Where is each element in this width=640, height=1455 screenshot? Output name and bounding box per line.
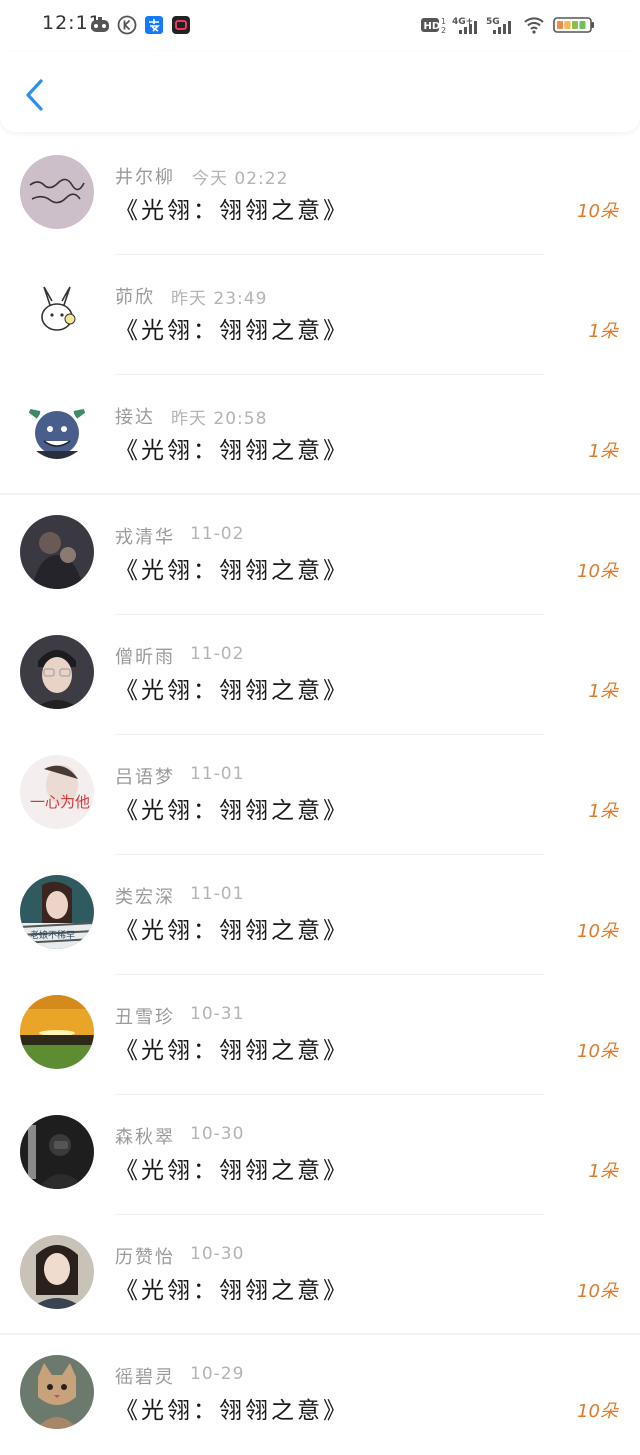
send-time: 11-02 — [190, 644, 245, 664]
send-time: 10-30 — [190, 1244, 245, 1264]
list-item[interactable]: 历赞怡 10-30 《光翎：翎翎之意》 10朵 — [0, 1215, 640, 1335]
svg-text:1: 1 — [441, 17, 446, 26]
sender-name: 接达 — [115, 407, 155, 428]
send-time: 10-29 — [190, 1364, 245, 1384]
list-item[interactable]: 森秋翠 10-30 《光翎：翎翎之意》 1朵 — [0, 1095, 640, 1215]
back-button[interactable] — [24, 78, 46, 112]
sender-name: 僧昕雨 — [115, 647, 175, 668]
gift-amount: 1朵 — [588, 681, 618, 702]
send-time: 昨天 23:49 — [171, 289, 268, 309]
avatar — [20, 635, 94, 709]
sender-name: 徭碧灵 — [115, 1367, 175, 1388]
work-title: 《光翎：翎翎之意》 — [115, 198, 349, 224]
send-time: 10-30 — [190, 1124, 245, 1144]
chevron-left-icon — [26, 79, 43, 111]
work-title: 《光翎：翎翎之意》 — [115, 1278, 349, 1304]
svg-text:老娘不稀罕: 老娘不稀罕 — [30, 929, 75, 941]
list-item[interactable]: 井尔柳 今天 02:22 《光翎：翎翎之意》 10朵 — [0, 135, 640, 255]
gift-amount: 1朵 — [588, 441, 618, 462]
wifi-icon — [522, 14, 546, 36]
sender-name: 类宏深 — [115, 887, 175, 908]
status-bar: 12:11 HD 1 2 4G+ 5G — [0, 0, 640, 52]
gift-amount: 10朵 — [577, 1041, 618, 1062]
gift-amount: 1朵 — [588, 801, 618, 822]
list-item[interactable]: 徭碧灵 10-29 《光翎：翎翎之意》 10朵 — [0, 1335, 640, 1455]
sender-name: 井尔柳 — [115, 167, 175, 188]
work-title: 《光翎：翎翎之意》 — [115, 678, 349, 704]
list-item[interactable]: 丑雪珍 10-31 《光翎：翎翎之意》 10朵 — [0, 975, 640, 1095]
alipay-icon — [143, 14, 165, 36]
list-item[interactable]: 老娘不稀罕 类宏深 11-01 《光翎：翎翎之意》 10朵 — [0, 855, 640, 975]
gift-amount: 10朵 — [577, 561, 618, 582]
list-item[interactable]: 一心为他 吕语梦 11-01 《光翎：翎翎之意》 1朵 — [0, 735, 640, 855]
gift-amount: 10朵 — [577, 921, 618, 942]
send-time: 11-01 — [190, 884, 245, 904]
work-title: 《光翎：翎翎之意》 — [115, 318, 349, 344]
work-title: 《光翎：翎翎之意》 — [115, 798, 349, 824]
hd-icon: HD 1 2 — [420, 14, 448, 36]
send-time: 今天 02:22 — [192, 169, 289, 189]
avatar: 一心为他 — [20, 755, 94, 829]
gift-amount: 10朵 — [577, 1401, 618, 1422]
video-app-icon — [170, 14, 192, 36]
gamepad-icon — [89, 14, 111, 36]
send-time: 11-02 — [190, 524, 245, 544]
send-time: 11-01 — [190, 764, 245, 784]
gift-amount: 1朵 — [588, 1161, 618, 1182]
work-title: 《光翎：翎翎之意》 — [115, 918, 349, 944]
avatar — [20, 995, 94, 1069]
svg-text:一心为他: 一心为他 — [30, 793, 90, 811]
list-item[interactable]: 戎清华 11-02 《光翎：翎翎之意》 10朵 — [0, 495, 640, 615]
svg-text:HD: HD — [424, 21, 441, 32]
gift-amount: 10朵 — [577, 1281, 618, 1302]
svg-text:5G: 5G — [486, 17, 500, 27]
avatar — [20, 1115, 94, 1189]
top-nav-bar — [0, 52, 640, 132]
avatar — [20, 1355, 94, 1429]
work-title: 《光翎：翎翎之意》 — [115, 1398, 349, 1424]
avatar — [20, 395, 94, 469]
gift-amount: 10朵 — [577, 201, 618, 222]
work-title: 《光翎：翎翎之意》 — [115, 1158, 349, 1184]
battery-icon — [553, 14, 595, 36]
send-time: 10-31 — [190, 1004, 245, 1024]
avatar: 老娘不稀罕 — [20, 875, 94, 949]
work-title: 《光翎：翎翎之意》 — [115, 438, 349, 464]
send-time: 昨天 20:58 — [171, 409, 268, 429]
sender-name: 森秋翠 — [115, 1127, 175, 1148]
avatar — [20, 515, 94, 589]
k-icon — [116, 14, 138, 36]
sender-name: 吕语梦 — [115, 767, 175, 788]
svg-text:2: 2 — [441, 26, 446, 35]
work-title: 《光翎：翎翎之意》 — [115, 558, 349, 584]
signal-4g-icon: 4G+ — [452, 14, 482, 36]
sender-name: 历赞怡 — [115, 1247, 175, 1268]
gift-record-list: 井尔柳 今天 02:22 《光翎：翎翎之意》 10朵 茆欣 昨天 23:49 《… — [0, 135, 640, 1455]
avatar — [20, 155, 94, 229]
work-title: 《光翎：翎翎之意》 — [115, 1038, 349, 1064]
list-item[interactable]: 接达 昨天 20:58 《光翎：翎翎之意》 1朵 — [0, 375, 640, 495]
list-item[interactable]: 僧昕雨 11-02 《光翎：翎翎之意》 1朵 — [0, 615, 640, 735]
sender-name: 茆欣 — [115, 287, 155, 308]
list-item[interactable]: 茆欣 昨天 23:49 《光翎：翎翎之意》 1朵 — [0, 255, 640, 375]
avatar — [20, 1235, 94, 1309]
sender-name: 戎清华 — [115, 527, 175, 548]
sender-name: 丑雪珍 — [115, 1007, 175, 1028]
avatar — [20, 275, 94, 349]
gift-amount: 1朵 — [588, 321, 618, 342]
signal-5g-icon: 5G — [486, 14, 516, 36]
